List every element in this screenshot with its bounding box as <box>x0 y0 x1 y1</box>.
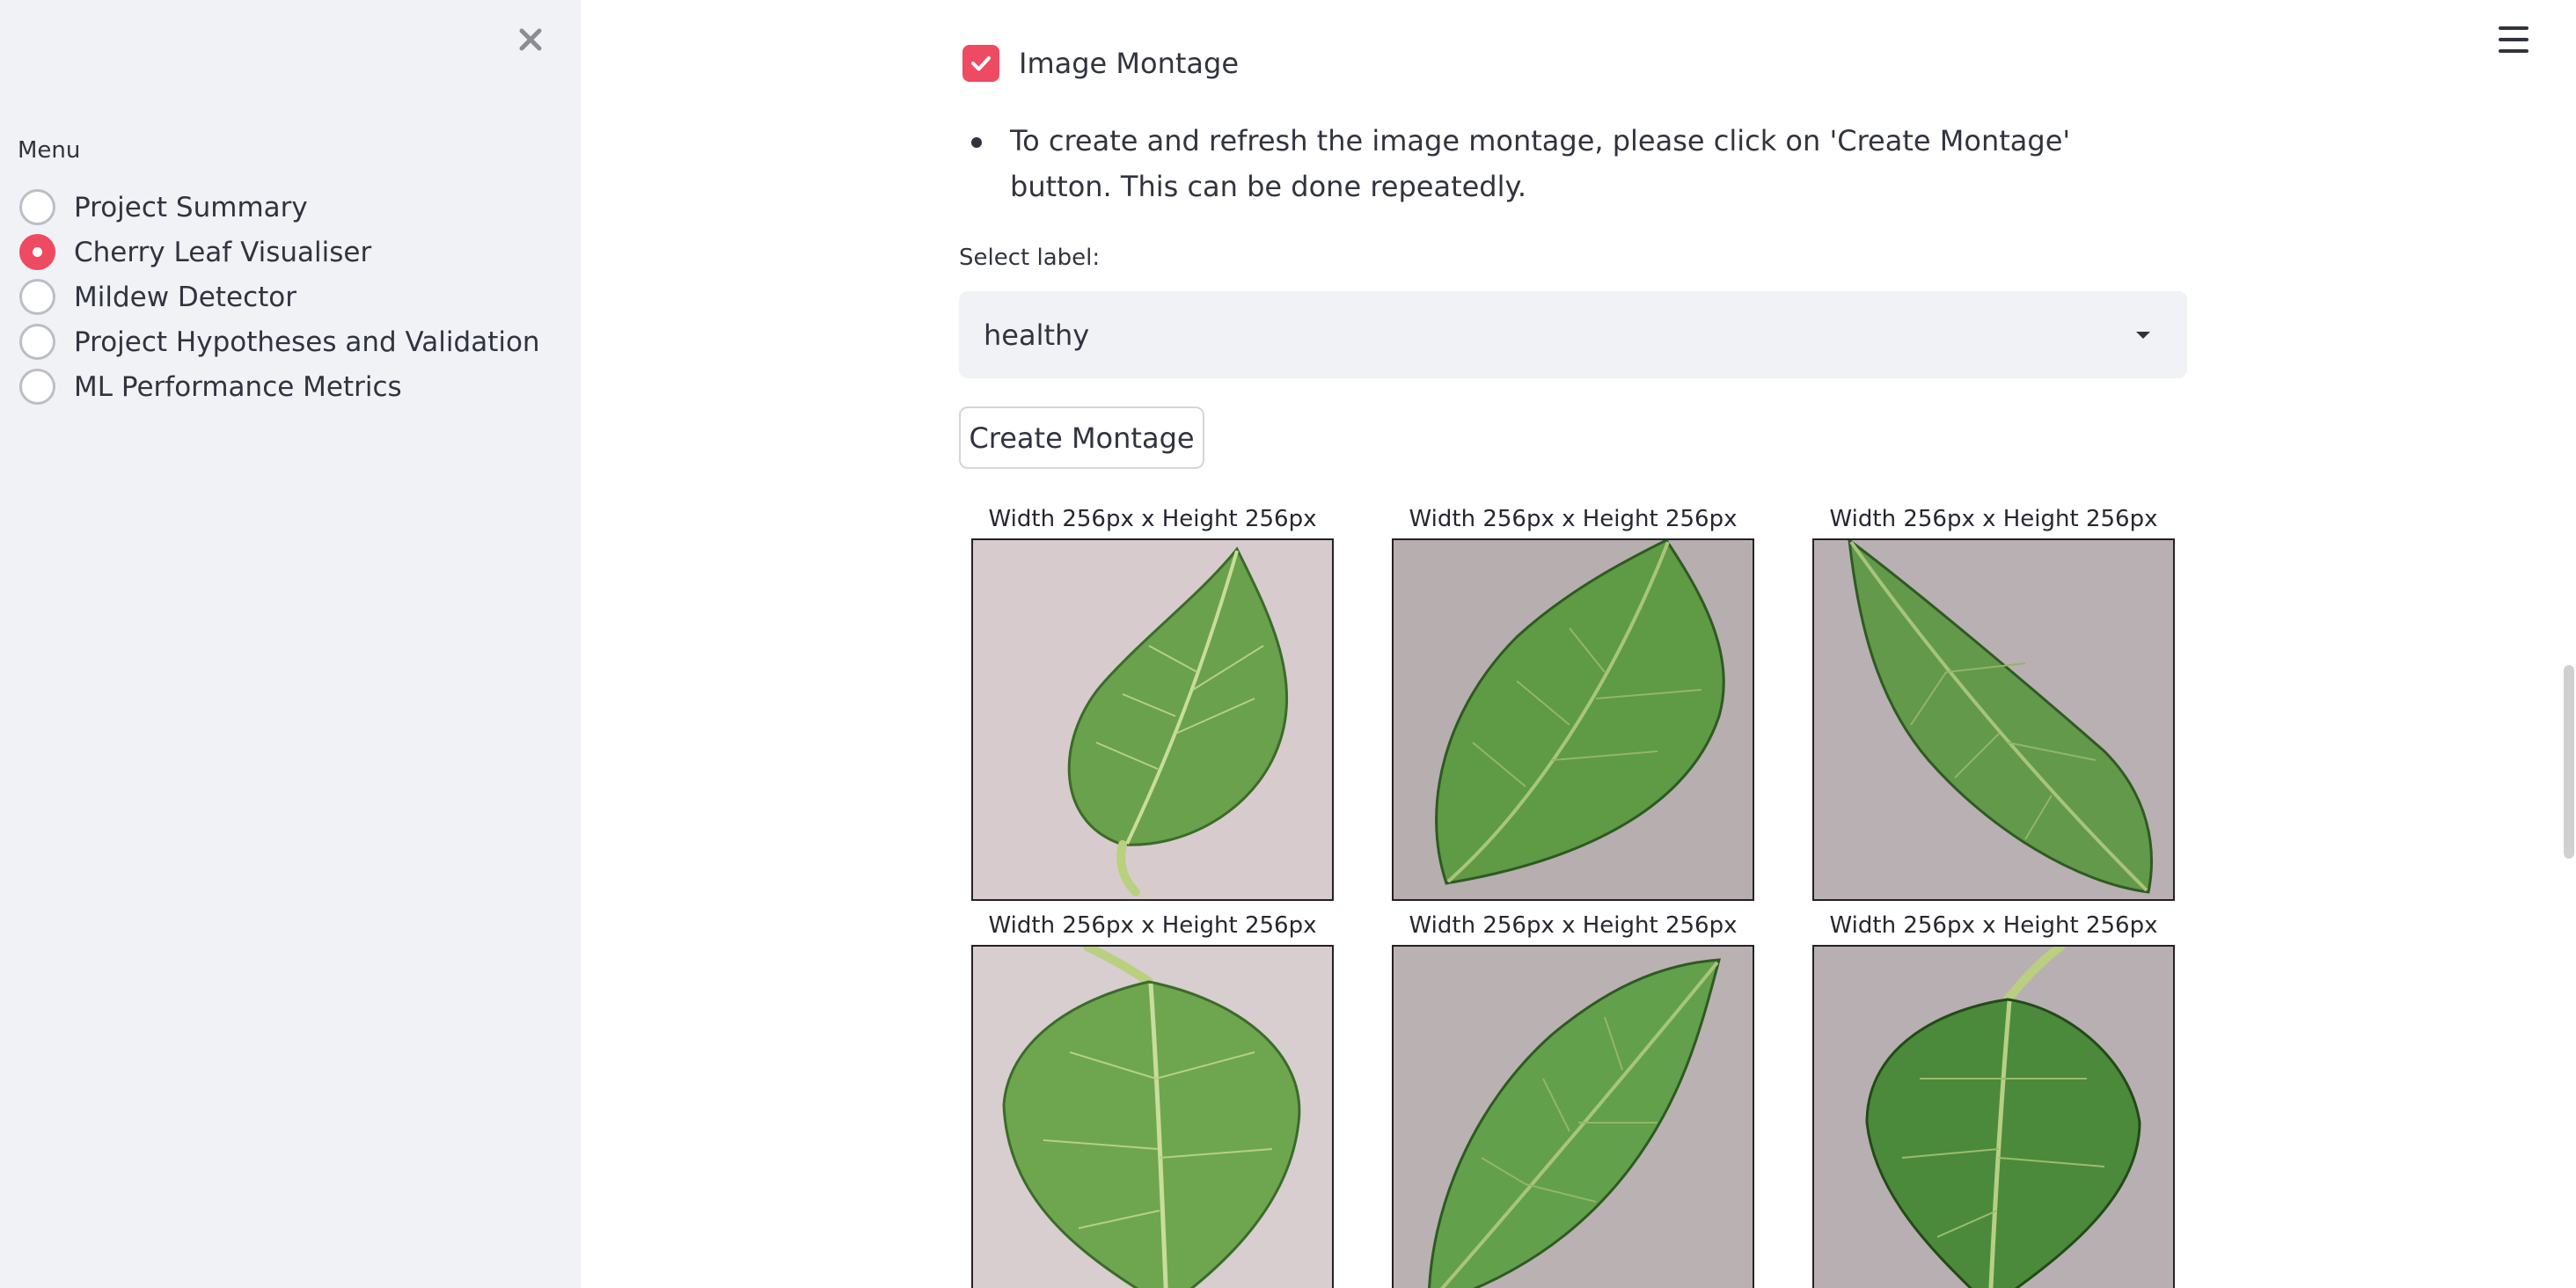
hamburger-icon-bar <box>2499 49 2528 53</box>
select-value: healthy <box>984 318 1090 352</box>
instruction-text: To create and refresh the image montage,… <box>1010 124 2071 203</box>
image-caption: Width 256px x Height 256px <box>1409 912 1738 939</box>
menu-item-mildew-detector[interactable]: Mildew Detector <box>19 274 540 319</box>
leaf-image <box>971 538 1334 901</box>
leaf-image <box>1812 538 2175 901</box>
instruction-bullet: To create and refresh the image montage,… <box>962 118 2177 209</box>
menu-item-project-summary[interactable]: Project Summary <box>19 185 540 230</box>
montage-cell: Width 256px x Height 256px <box>1392 501 1754 901</box>
radio-button[interactable] <box>19 189 55 225</box>
bullet-dot <box>971 137 982 148</box>
hamburger-menu-button[interactable] <box>2499 25 2528 55</box>
leaf-image <box>971 945 1334 1288</box>
chevron-down-icon <box>2136 331 2150 339</box>
checkbox-checked[interactable] <box>962 45 999 82</box>
montage-cell: Width 256px x Height 256px <box>971 501 1334 901</box>
montage-cell: Width 256px x Height 256px <box>1392 908 1754 1288</box>
montage-cell: Width 256px x Height 256px <box>1812 501 2175 901</box>
leaf-image <box>1812 945 2175 1288</box>
leaf-image <box>1392 945 1754 1288</box>
close-sidebar-button[interactable] <box>510 19 551 60</box>
menu-item-label: Mildew Detector <box>74 281 297 313</box>
radio-button-selected[interactable] <box>19 234 55 270</box>
radio-button[interactable] <box>19 369 55 405</box>
menu-title: Menu <box>18 137 81 164</box>
menu-radio-group: Project Summary Cherry Leaf Visualiser M… <box>19 185 540 409</box>
montage-cell: Width 256px x Height 256px <box>1812 908 2175 1288</box>
menu-item-ml-performance[interactable]: ML Performance Metrics <box>19 364 540 409</box>
image-caption: Width 256px x Height 256px <box>1829 506 2158 532</box>
checkbox-label: Image Montage <box>1019 47 1240 80</box>
menu-item-label: ML Performance Metrics <box>74 370 402 403</box>
image-caption: Width 256px x Height 256px <box>988 506 1317 532</box>
menu-item-label: Cherry Leaf Visualiser <box>74 236 372 268</box>
label-select[interactable]: healthy <box>959 291 2187 378</box>
hamburger-icon <box>2499 26 2528 30</box>
select-label: Select label: <box>959 245 1101 271</box>
hamburger-icon-bar <box>2499 38 2528 41</box>
checkmark-icon <box>971 56 991 71</box>
scrollbar[interactable] <box>2560 0 2576 1288</box>
sidebar: Menu Project Summary Cherry Leaf Visuali… <box>0 0 581 1288</box>
create-montage-button[interactable]: Create Montage <box>959 406 1204 469</box>
menu-item-label: Project Hypotheses and Validation <box>74 326 540 358</box>
radio-button[interactable] <box>19 279 55 315</box>
main-content: Image Montage To create and refresh the … <box>581 0 2576 1288</box>
menu-item-project-hypotheses[interactable]: Project Hypotheses and Validation <box>19 319 540 364</box>
image-caption: Width 256px x Height 256px <box>1409 506 1738 532</box>
image-caption: Width 256px x Height 256px <box>1829 912 2158 939</box>
montage-cell: Width 256px x Height 256px <box>971 908 1334 1288</box>
menu-item-cherry-leaf-visualiser[interactable]: Cherry Leaf Visualiser <box>19 230 540 274</box>
scrollbar-thumb[interactable] <box>2564 665 2574 859</box>
radio-button[interactable] <box>19 324 55 360</box>
image-caption: Width 256px x Height 256px <box>988 912 1317 939</box>
leaf-image <box>1392 538 1754 901</box>
image-montage-checkbox[interactable]: Image Montage <box>962 45 1239 82</box>
close-icon <box>519 28 542 51</box>
menu-item-label: Project Summary <box>74 191 308 223</box>
